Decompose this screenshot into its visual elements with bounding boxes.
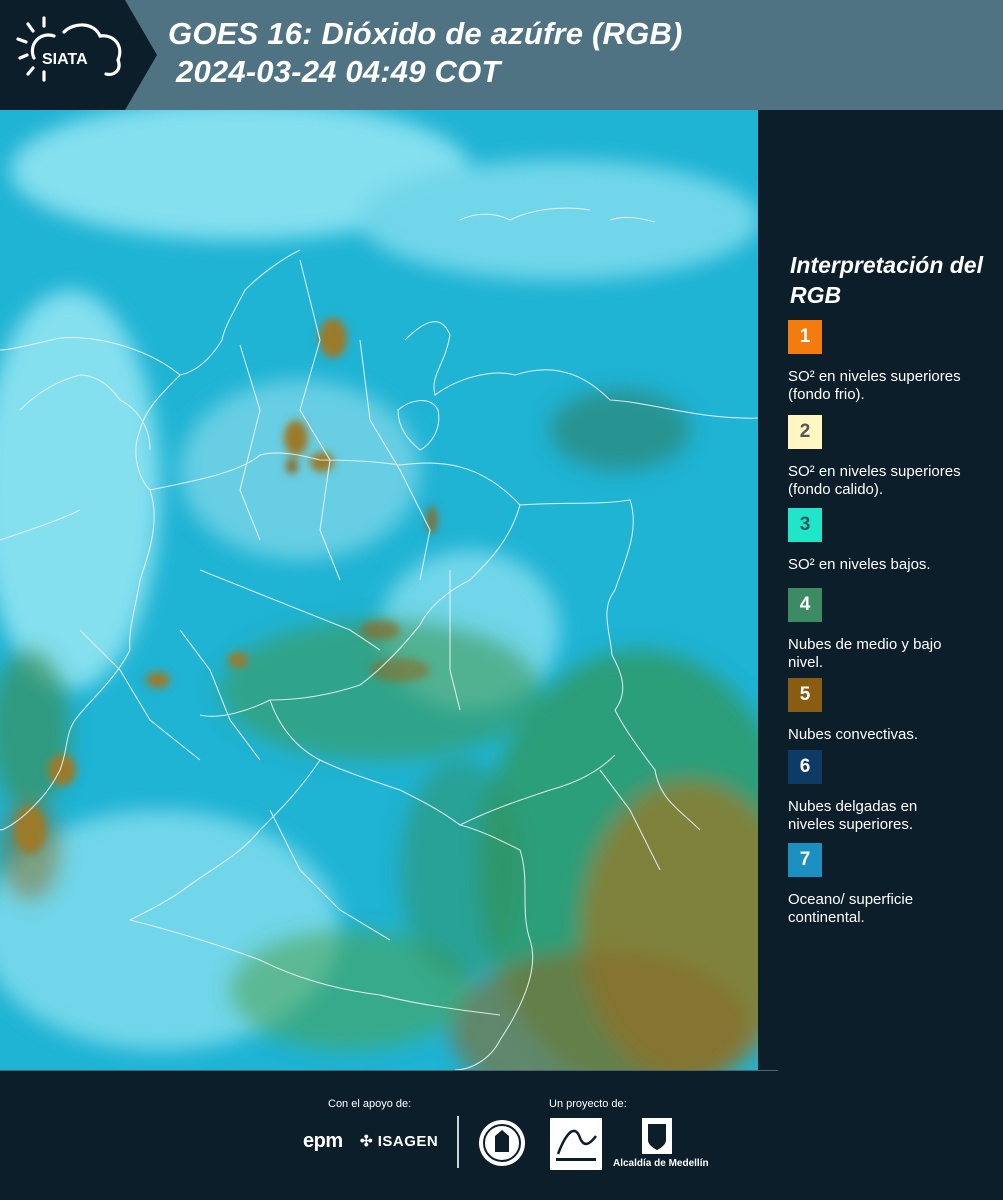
alcaldia-label: Alcaldía de Medellín — [613, 1158, 709, 1169]
legend-swatch: 1 — [788, 320, 822, 354]
legend-swatch: 7 — [788, 843, 822, 877]
legend-item: 4 Nubes de medio y bajo nivel. — [788, 588, 998, 672]
area-metropolitana-logo — [550, 1118, 602, 1170]
legend-item: 6 Nubes delgadas en niveles superiores. — [788, 750, 998, 834]
alcaldia-shield-icon — [642, 1118, 672, 1154]
legend-description: SO² en niveles superiores (fondo calido)… — [788, 463, 961, 498]
legend-description: SO² en niveles bajos. — [788, 556, 931, 573]
legend-swatch: 2 — [788, 415, 822, 449]
support-label: Con el apoyo de: — [328, 1098, 412, 1110]
page-title: GOES 16: Dióxido de azúfre (RGB) — [168, 16, 683, 51]
legend-item: 5 Nubes convectivas. — [788, 678, 998, 744]
legend-description: SO² en niveles superiores (fondo frio). — [788, 368, 961, 403]
project-label: Un proyecto de: — [549, 1098, 627, 1110]
isagen-logo: ✣ ISAGEN — [360, 1133, 439, 1150]
legend-description: Nubes de medio y bajo nivel. — [788, 636, 942, 671]
timestamp: 2024-03-24 04:49 COT — [176, 54, 501, 89]
legend-swatch: 4 — [788, 588, 822, 622]
legend-description: Nubes delgadas en niveles superiores. — [788, 798, 918, 833]
siata-logo: SIATA — [16, 16, 122, 82]
isagen-icon: ✣ — [360, 1133, 374, 1150]
rgb-composite-map — [0, 110, 758, 1070]
legend-description: Nubes convectivas. — [788, 726, 919, 743]
legend-item: 7 Oceano/ superficie continental. — [788, 843, 998, 927]
legend-panel: Interpretación del RGB 1 SO² en niveles s… — [760, 110, 1003, 1070]
legend-title: Interpretación del RGB — [790, 252, 983, 308]
svg-text:SIATA: SIATA — [42, 51, 88, 68]
legend-swatch: 6 — [788, 750, 822, 784]
legend-description: Oceano/ superficie continental. — [788, 891, 914, 926]
footer: Con el apoyo de: Un proyecto de: epm ✣ I… — [0, 1070, 1003, 1200]
legend-item: 1 SO² en niveles superiores (fondo frio). — [788, 320, 998, 404]
footer-vertical-divider — [457, 1116, 459, 1168]
header-bar: SIATA GOES 16: Dióxido de azúfre (RGB) 2… — [0, 0, 1003, 110]
legend-item: 2 SO² en niveles superiores (fondo calido… — [788, 415, 998, 499]
footer-divider-line — [0, 1070, 778, 1071]
legend-swatch: 5 — [788, 678, 822, 712]
legend-swatch: 3 — [788, 508, 822, 542]
satellite-image — [0, 110, 758, 1070]
medellin-seal-icon — [479, 1120, 525, 1166]
legend-item: 3 SO² en niveles bajos. — [788, 508, 998, 574]
epm-logo: epm — [303, 1130, 343, 1152]
